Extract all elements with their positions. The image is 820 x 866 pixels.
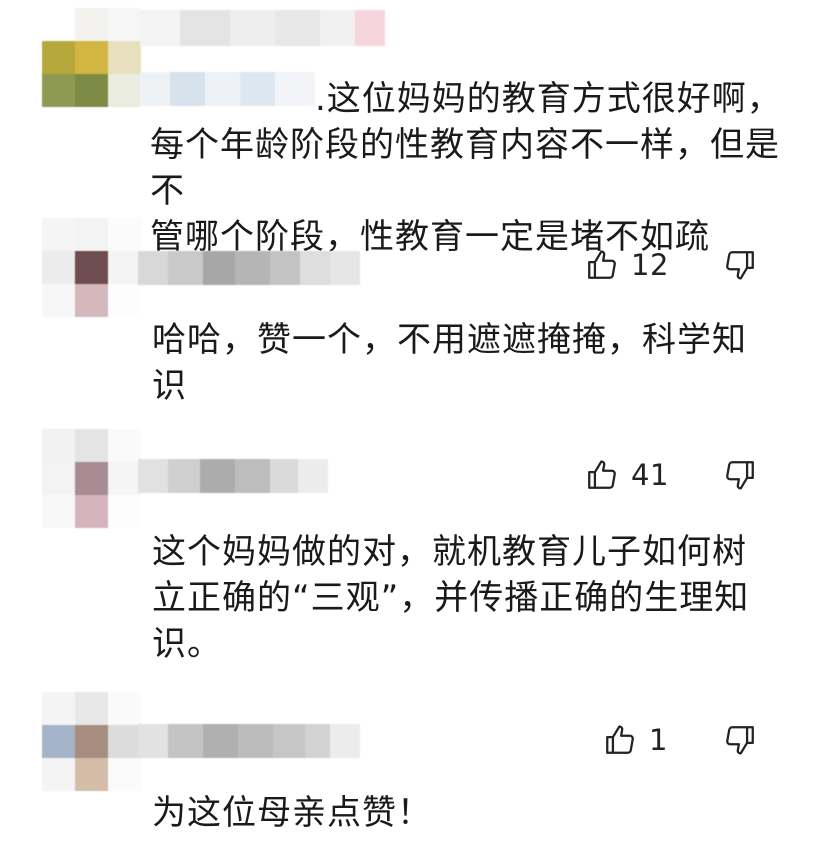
like-button[interactable]: 1 [603, 723, 668, 757]
thumbs-down-icon[interactable] [723, 248, 757, 282]
comment-text: 这个妈妈做的对，就机教育儿子如何树 立正确的“三观”，并传播正确的生理知 识。 [152, 532, 750, 664]
comment-text: 哈哈，赞一个，不用遮遮掩掩，科学知 识 [152, 320, 747, 406]
thumbs-up-icon [603, 723, 637, 757]
thumbs-down-icon[interactable] [723, 458, 757, 492]
username-redacted[interactable] [140, 10, 385, 46]
thumbs-up-icon [585, 248, 619, 282]
avatar[interactable] [42, 8, 141, 107]
like-count: 12 [631, 248, 669, 282]
like-button[interactable]: 41 [585, 458, 669, 492]
thumbs-down-icon[interactable] [723, 723, 757, 757]
comment-2: 12 哈哈，赞一个，不用遮遮掩掩，科学知 识 [0, 215, 820, 425]
comment-4: 1 为这位母亲点赞！ [0, 680, 820, 866]
comment-actions: 1 [603, 720, 785, 760]
username-redacted[interactable] [138, 459, 328, 493]
username-redacted[interactable] [138, 724, 360, 758]
like-count: 1 [649, 723, 668, 757]
like-button[interactable]: 12 [585, 248, 669, 282]
avatar[interactable] [42, 692, 141, 791]
comment-actions: 41 [585, 455, 785, 495]
username-redacted[interactable] [138, 251, 360, 285]
comment-actions: 12 [585, 245, 785, 285]
thumbs-up-icon [585, 458, 619, 492]
avatar[interactable] [42, 429, 141, 528]
like-count: 41 [631, 458, 669, 492]
comment-text: 为这位母亲点赞！ [152, 793, 432, 833]
avatar[interactable] [42, 218, 141, 317]
comment-1: .这位妈妈的教育方式很好啊， 每个年龄阶段的性教育内容不一样，但是不 管哪个阶段… [0, 0, 820, 257]
comment-3: 41 这个妈妈做的对，就机教育儿子如何树 立正确的“三观”，并传播正确的生理知 … [0, 425, 820, 680]
